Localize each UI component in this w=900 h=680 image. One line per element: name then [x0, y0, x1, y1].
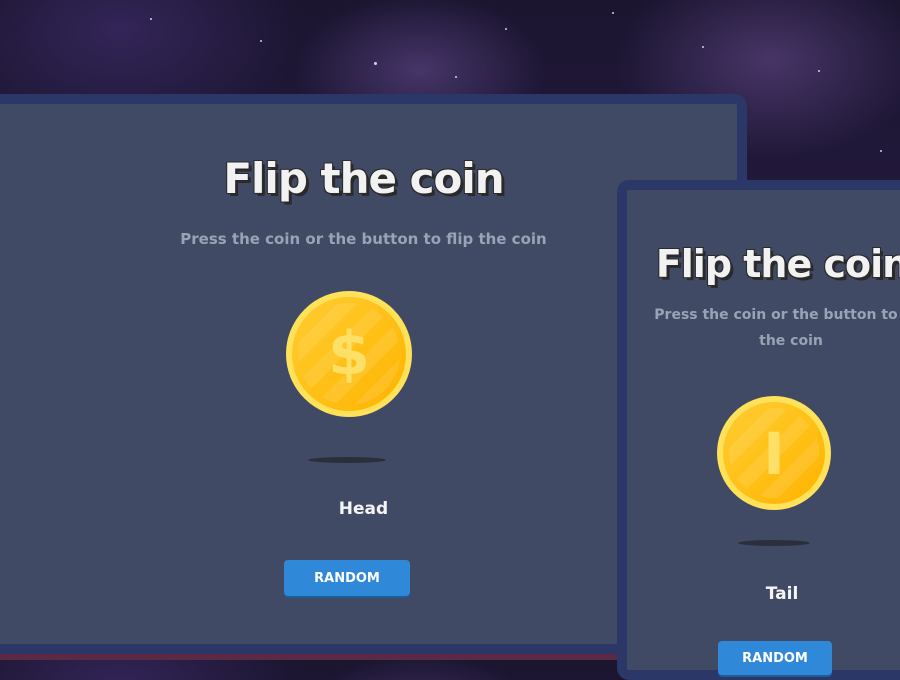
- star: [818, 70, 820, 72]
- dollar-icon: $: [328, 319, 370, 389]
- star: [880, 150, 882, 152]
- star: [702, 46, 704, 48]
- page-title: Flip the coin: [655, 242, 900, 286]
- star: [260, 40, 262, 42]
- star: [612, 12, 614, 14]
- star: [150, 18, 152, 20]
- coin-heads[interactable]: $: [286, 291, 412, 417]
- random-button[interactable]: RANDOM: [284, 560, 410, 596]
- star: [505, 28, 507, 30]
- flip-result-text: Tail: [765, 584, 799, 604]
- random-button[interactable]: RANDOM: [718, 641, 832, 675]
- star: [455, 76, 457, 78]
- coin-shadow: [738, 540, 810, 546]
- coin-flip-card-tails: Flip the coin Press the coin or the butt…: [617, 180, 900, 680]
- coin-shadow: [308, 457, 386, 463]
- instructions-text: Press the coin or the button to flip the…: [654, 307, 900, 349]
- star: [374, 62, 377, 65]
- coin-tails[interactable]: I: [717, 396, 831, 510]
- tail-bar-icon: I: [763, 420, 785, 488]
